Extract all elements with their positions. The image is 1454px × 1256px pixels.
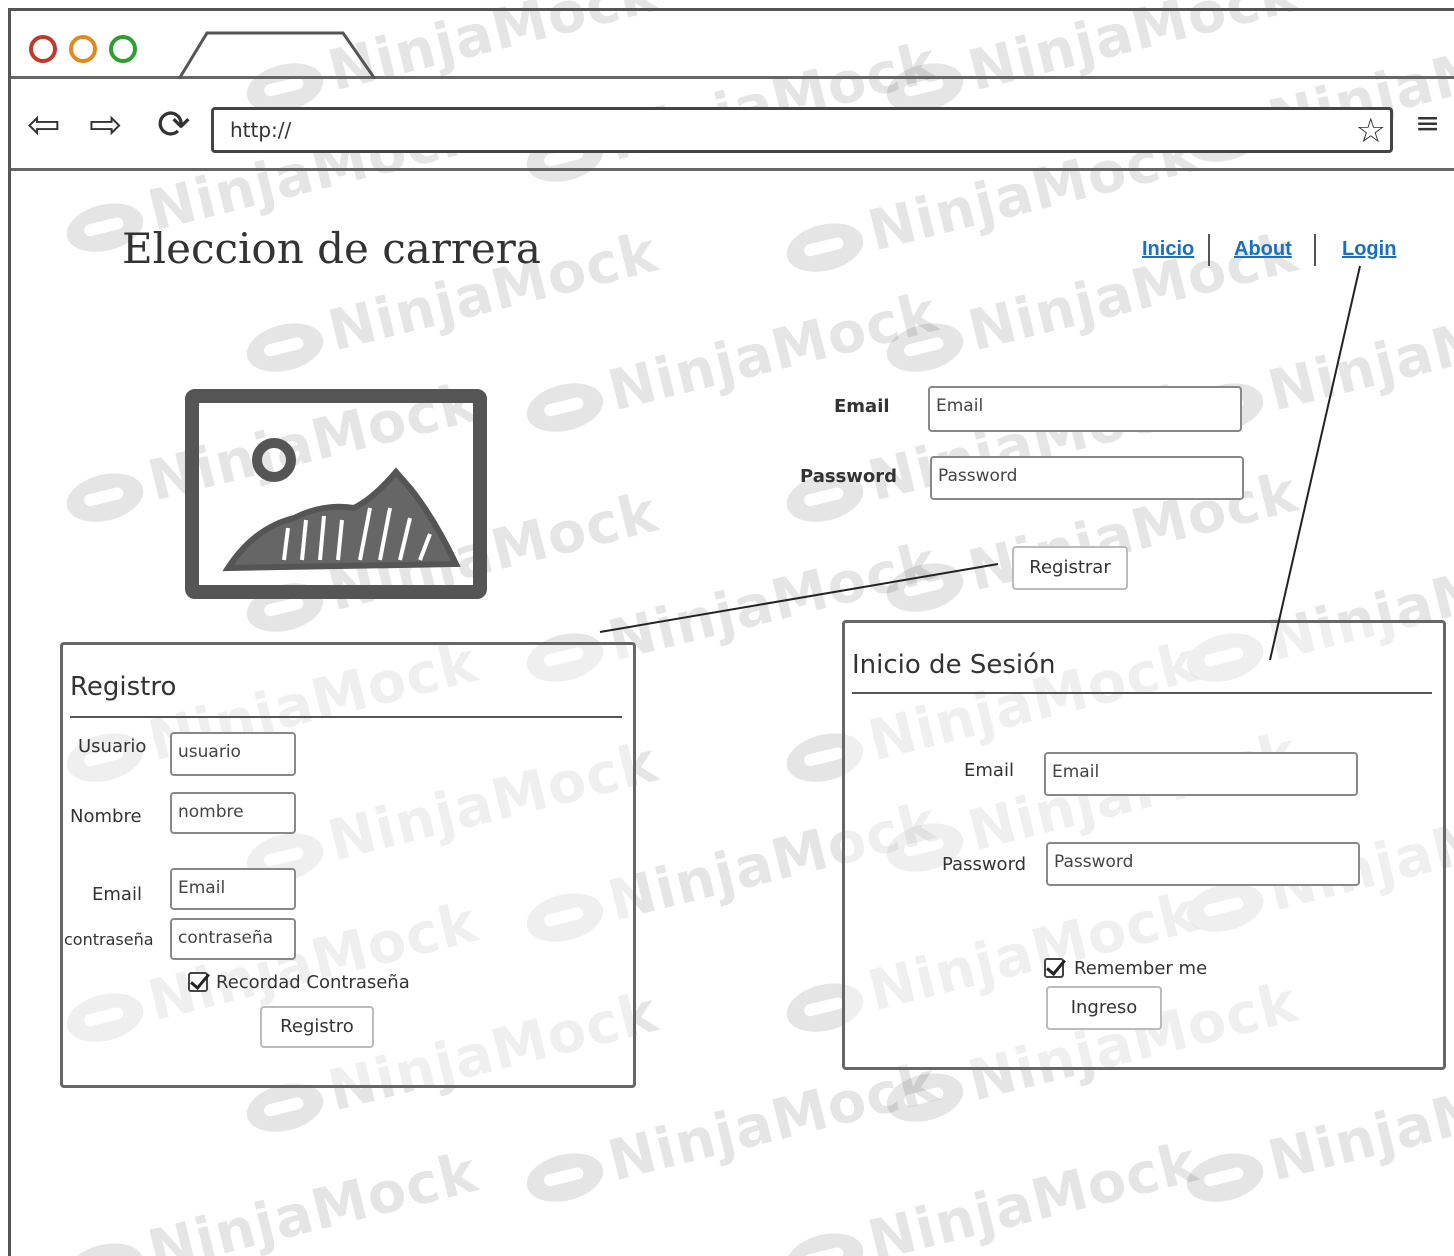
nav-link-inicio[interactable]: Inicio [1142,238,1194,261]
password-field[interactable]: Password [1046,842,1360,886]
address-bar[interactable]: http:// ☆ [211,107,1393,153]
close-window-dot[interactable] [29,35,57,63]
nav-separator [1314,234,1316,266]
password-field[interactable]: Password [930,456,1244,500]
email-label: Email [92,884,142,905]
ingreso-button[interactable]: Ingreso [1046,986,1162,1030]
browser-navbar: ⇦ ⇨ ⟳ http:// ☆ ≡ [11,79,1454,171]
nav-separator [1208,234,1210,266]
nombre-field[interactable]: nombre [170,792,296,834]
reload-icon[interactable]: ⟳ [157,105,191,145]
nav-link-login[interactable]: Login [1342,238,1396,261]
bookmark-star-icon[interactable]: ☆ [1356,112,1386,150]
forward-arrow-icon[interactable]: ⇨ [89,105,123,145]
password-label: contraseña [64,930,154,949]
page-title: Eleccion de carrera [122,224,541,273]
password-field[interactable]: contraseña [170,918,296,960]
registro-button[interactable]: Registro [260,1006,374,1048]
registrar-button[interactable]: Registrar [1012,546,1128,590]
remember-me-checkbox[interactable] [1044,958,1064,978]
email-label: Email [834,396,890,417]
email-field[interactable]: Email [1044,752,1358,796]
email-label: Email [964,760,1014,781]
back-arrow-icon[interactable]: ⇦ [27,105,61,145]
email-field[interactable]: Email [928,386,1242,432]
minimize-window-dot[interactable] [69,35,97,63]
browser-menu-icon[interactable]: ≡ [1415,109,1440,139]
login-title: Inicio de Sesión [852,650,1056,680]
remember-password-label: Recordad Contraseña [216,972,410,993]
url-text: http:// [230,118,292,142]
nav-link-about[interactable]: About [1234,238,1292,261]
login-divider [852,692,1432,694]
nombre-label: Nombre [70,806,142,827]
password-label: Password [800,466,898,487]
usuario-field[interactable]: usuario [170,732,296,776]
registro-title: Registro [70,672,177,702]
usuario-label: Usuario [78,736,147,757]
browser-tab[interactable] [177,29,377,79]
registro-divider [70,716,622,718]
image-placeholder-icon [185,389,487,599]
password-label: Password [942,854,1027,875]
maximize-window-dot[interactable] [109,35,137,63]
browser-titlebar [11,11,1454,79]
remember-me-label: Remember me [1074,958,1208,979]
email-field[interactable]: Email [170,868,296,910]
remember-password-checkbox[interactable] [188,972,208,992]
